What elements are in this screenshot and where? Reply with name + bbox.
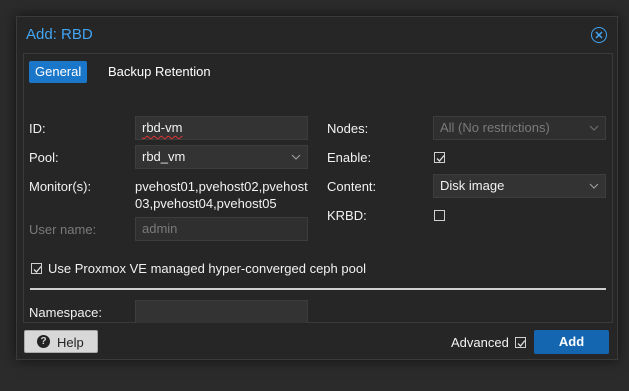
chevron-down-icon[interactable] [589, 123, 599, 133]
username-label: User name: [29, 222, 97, 237]
pool-value: rbd_vm [142, 149, 186, 164]
pool-select[interactable]: rbd_vm [135, 145, 308, 169]
managed-pool-checkbox[interactable] [31, 263, 42, 274]
krbd-label: KRBD: [327, 208, 367, 223]
nodes-value: All (No restrictions) [440, 120, 550, 135]
monitors-line-2: 03,pvehost04,pvehost05 [135, 196, 277, 211]
tab-general[interactable]: General [29, 61, 88, 83]
monitors-value: pvehost01,pvehost02,pvehost 03,pvehost04… [135, 178, 308, 212]
content-label: Content: [327, 179, 377, 194]
content-value: Disk image [440, 178, 505, 193]
separator [30, 288, 606, 290]
nodes-select[interactable]: All (No restrictions) [433, 116, 606, 140]
help-button-label: Help [57, 335, 84, 350]
add-button[interactable]: Add [534, 330, 609, 354]
checkmark-icon [33, 266, 42, 273]
question-circle-icon: ? [37, 335, 50, 348]
advanced-checkbox[interactable] [515, 337, 526, 348]
tab-bar: General Backup Retention [23, 53, 613, 86]
dialog-footer: ? Help Advanced Add [17, 323, 617, 359]
general-panel: ID: rbd-vm Pool: rbd_vm Monitor(s): pveh… [23, 86, 613, 324]
username-field: admin [135, 217, 308, 241]
enable-checkbox[interactable] [434, 152, 445, 163]
id-field[interactable]: rbd-vm [135, 116, 308, 140]
checkmark-icon [517, 340, 526, 347]
content-select[interactable]: Disk image [433, 174, 606, 198]
chevron-down-icon[interactable] [589, 181, 599, 191]
dialog-titlebar[interactable]: Add: RBD [17, 17, 617, 53]
chevron-down-icon[interactable] [291, 152, 301, 162]
namespace-label: Namespace: [29, 305, 102, 320]
close-icon[interactable] [591, 27, 607, 43]
id-label: ID: [29, 121, 46, 136]
help-button[interactable]: ? Help [24, 330, 98, 353]
monitors-line-1: pvehost01,pvehost02,pvehost [135, 179, 308, 194]
dialog-title: Add: RBD [26, 26, 93, 43]
namespace-field[interactable] [135, 300, 308, 324]
advanced-label[interactable]: Advanced [451, 335, 509, 350]
enable-label: Enable: [327, 150, 372, 165]
id-value: rbd-vm [142, 120, 183, 135]
checkmark-icon [436, 155, 445, 162]
pool-label: Pool: [29, 150, 59, 165]
managed-pool-label[interactable]: Use Proxmox VE managed hyper-converged c… [48, 261, 366, 276]
username-value: admin [142, 221, 178, 236]
tab-backup-retention[interactable]: Backup Retention [102, 61, 217, 83]
krbd-checkbox[interactable] [434, 210, 445, 221]
nodes-label: Nodes: [327, 121, 369, 136]
monitors-label: Monitor(s): [29, 179, 92, 194]
add-rbd-dialog: Add: RBD General Backup Retention ID: rb… [16, 16, 618, 360]
